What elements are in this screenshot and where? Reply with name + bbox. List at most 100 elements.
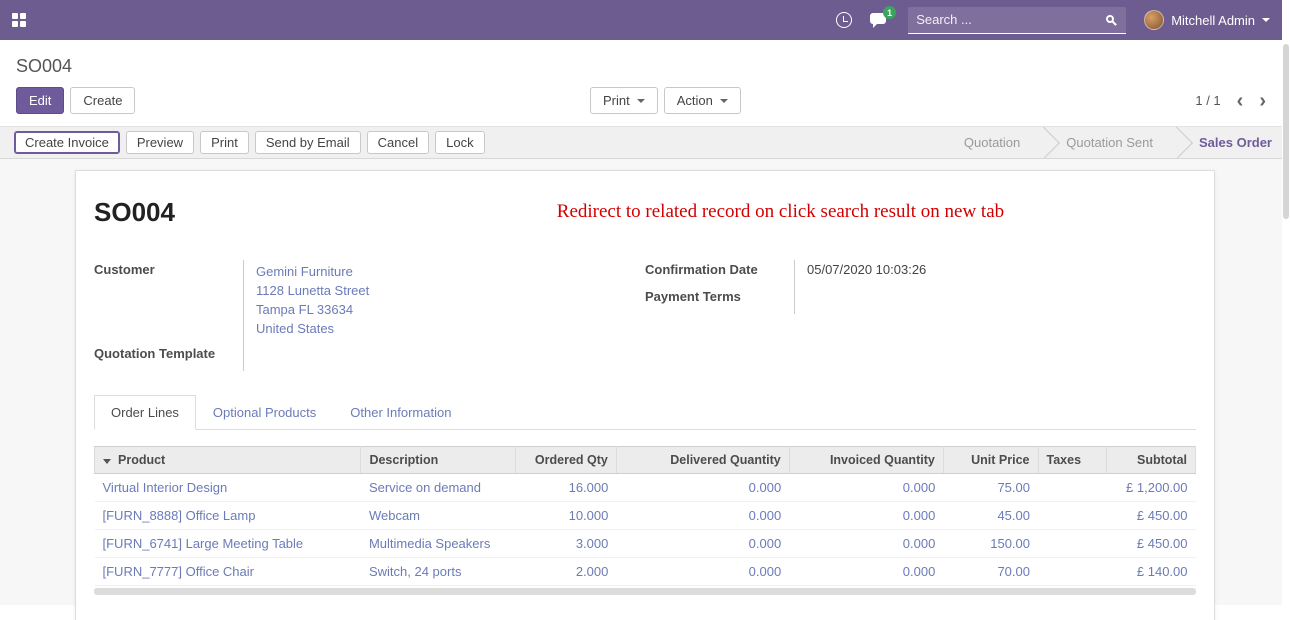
invoiced-qty-cell[interactable]: 0.000 xyxy=(789,530,943,558)
product-cell[interactable]: [FURN_6741] Large Meeting Table xyxy=(95,530,361,558)
send-by-email-button[interactable]: Send by Email xyxy=(255,131,361,154)
user-avatar xyxy=(1144,10,1164,30)
page-vertical-scrollbar[interactable] xyxy=(1282,0,1290,620)
edit-button[interactable]: Edit xyxy=(16,87,64,114)
product-cell[interactable]: [FURN_7777] Office Chair xyxy=(95,558,361,586)
customer-street: 1128 Lunetta Street xyxy=(256,281,369,300)
table-horizontal-scrollbar[interactable] xyxy=(94,588,1196,595)
unit-price-cell[interactable]: 150.00 xyxy=(943,530,1038,558)
unit-price-cell[interactable]: 75.00 xyxy=(943,474,1038,502)
unit-price-cell[interactable]: 70.00 xyxy=(943,558,1038,586)
header-taxes[interactable]: Taxes xyxy=(1038,447,1106,474)
order-line-row[interactable]: [FURN_7777] Office Chair Switch, 24 port… xyxy=(95,558,1196,586)
invoiced-qty-cell[interactable]: 0.000 xyxy=(789,558,943,586)
create-invoice-button[interactable]: Create Invoice xyxy=(14,131,120,154)
header-description[interactable]: Description xyxy=(361,447,515,474)
messages-menu[interactable]: 1 xyxy=(870,12,890,28)
create-button[interactable]: Create xyxy=(70,87,135,114)
description-cell[interactable]: Service on demand xyxy=(361,474,515,502)
delivered-qty-cell[interactable]: 0.000 xyxy=(616,558,789,586)
header-invoiced-qty[interactable]: Invoiced Quantity xyxy=(789,447,943,474)
tab-order-lines[interactable]: Order Lines xyxy=(94,395,196,430)
subtotal-cell[interactable]: £ 1,200.00 xyxy=(1106,474,1195,502)
payment-terms-field-row: Payment Terms xyxy=(645,287,1196,314)
sheet-header: SO004 Redirect to related record on clic… xyxy=(94,197,1196,228)
ordered-qty-cell[interactable]: 3.000 xyxy=(515,530,616,558)
subtotal-cell[interactable]: £ 450.00 xyxy=(1106,530,1195,558)
description-cell[interactable]: Multimedia Speakers xyxy=(361,530,515,558)
unit-price-cell[interactable]: 45.00 xyxy=(943,502,1038,530)
ordered-qty-cell[interactable]: 10.000 xyxy=(515,502,616,530)
status-step-quotation[interactable]: Quotation xyxy=(946,127,1038,158)
header-unit-price[interactable]: Unit Price xyxy=(943,447,1038,474)
taxes-cell[interactable] xyxy=(1038,474,1106,502)
lock-button[interactable]: Lock xyxy=(435,131,484,154)
pager-next-icon[interactable]: › xyxy=(1259,91,1266,111)
ordered-qty-cell[interactable]: 16.000 xyxy=(515,474,616,502)
field-group-left: Customer Gemini Furniture 1128 Lunetta S… xyxy=(94,260,645,371)
cancel-button[interactable]: Cancel xyxy=(367,131,429,154)
description-cell[interactable]: Webcam xyxy=(361,502,515,530)
breadcrumb: SO004 xyxy=(0,40,1290,81)
ordered-qty-cell[interactable]: 2.000 xyxy=(515,558,616,586)
activities-clock-icon[interactable] xyxy=(836,12,852,28)
invoiced-qty-cell[interactable]: 0.000 xyxy=(789,474,943,502)
chevron-down-icon xyxy=(1262,18,1270,22)
search-input[interactable] xyxy=(916,12,1098,27)
delivered-qty-cell[interactable]: 0.000 xyxy=(616,502,789,530)
taxes-cell[interactable] xyxy=(1038,558,1106,586)
tab-other-information[interactable]: Other Information xyxy=(333,395,468,430)
customer-value[interactable]: Gemini Furniture 1128 Lunetta Street Tam… xyxy=(256,260,369,344)
customer-name-link[interactable]: Gemini Furniture xyxy=(256,262,369,281)
print-button[interactable]: Print xyxy=(200,131,249,154)
systray: 1 Mitchell Admin xyxy=(836,7,1270,34)
chevron-down-icon xyxy=(720,99,728,103)
status-step-sales-order[interactable]: Sales Order xyxy=(1181,127,1290,158)
product-cell[interactable]: [FURN_8888] Office Lamp xyxy=(95,502,361,530)
header-ordered-qty[interactable]: Ordered Qty xyxy=(515,447,616,474)
control-panel: Edit Create Print Action 1 / 1 ‹ › xyxy=(0,81,1290,126)
header-subtotal[interactable]: Subtotal xyxy=(1106,447,1195,474)
preview-button[interactable]: Preview xyxy=(126,131,194,154)
order-title: SO004 xyxy=(94,197,175,228)
breadcrumb-title: SO004 xyxy=(16,56,72,76)
header-delivered-qty[interactable]: Delivered Quantity xyxy=(616,447,789,474)
pager-previous-icon[interactable]: ‹ xyxy=(1237,91,1244,111)
print-menu-label: Print xyxy=(603,93,630,108)
taxes-cell[interactable] xyxy=(1038,502,1106,530)
scrollbar-thumb[interactable] xyxy=(94,588,1196,595)
chevron-down-icon xyxy=(637,99,645,103)
notebook-tabs: Order Lines Optional Products Other Info… xyxy=(94,395,1196,430)
scrollbar-thumb[interactable] xyxy=(1283,44,1289,219)
invoiced-qty-cell[interactable]: 0.000 xyxy=(789,502,943,530)
order-line-row[interactable]: [FURN_8888] Office Lamp Webcam 10.000 0.… xyxy=(95,502,1196,530)
sales-order-sheet: SO004 Redirect to related record on clic… xyxy=(75,170,1215,620)
order-line-row[interactable]: Virtual Interior Design Service on deman… xyxy=(95,474,1196,502)
taxes-cell[interactable] xyxy=(1038,530,1106,558)
product-cell[interactable]: Virtual Interior Design xyxy=(95,474,361,502)
confirmation-date-label: Confirmation Date xyxy=(645,260,795,287)
apps-menu-icon[interactable] xyxy=(12,13,26,27)
order-line-row[interactable]: [FURN_6741] Large Meeting Table Multimed… xyxy=(95,530,1196,558)
status-step-quotation-sent[interactable]: Quotation Sent xyxy=(1048,127,1171,158)
table-header-row: Product Description Ordered Qty Delivere… xyxy=(95,447,1196,474)
customer-country: United States xyxy=(256,319,369,338)
statusbar-buttons: Create Invoice Preview Print Send by Ema… xyxy=(14,131,485,154)
field-groups: Customer Gemini Furniture 1128 Lunetta S… xyxy=(94,260,1196,371)
annotation-text: Redirect to related record on click sear… xyxy=(270,197,1290,223)
tab-optional-products[interactable]: Optional Products xyxy=(196,395,333,430)
subtotal-cell[interactable]: £ 140.00 xyxy=(1106,558,1195,586)
subtotal-cell[interactable]: £ 450.00 xyxy=(1106,502,1195,530)
action-menu-button[interactable]: Action xyxy=(664,87,741,114)
pager: 1 / 1 ‹ › xyxy=(1195,91,1274,111)
search-icon[interactable] xyxy=(1106,15,1114,23)
statusbar: Create Invoice Preview Print Send by Ema… xyxy=(0,126,1290,159)
topbar-search-box[interactable] xyxy=(908,7,1126,34)
delivered-qty-cell[interactable]: 0.000 xyxy=(616,530,789,558)
description-cell[interactable]: Switch, 24 ports xyxy=(361,558,515,586)
user-menu[interactable]: Mitchell Admin xyxy=(1144,10,1270,30)
header-product[interactable]: Product xyxy=(95,447,361,474)
print-menu-button[interactable]: Print xyxy=(590,87,658,114)
delivered-qty-cell[interactable]: 0.000 xyxy=(616,474,789,502)
confirmation-date-field-row: Confirmation Date 05/07/2020 10:03:26 xyxy=(645,260,1196,287)
